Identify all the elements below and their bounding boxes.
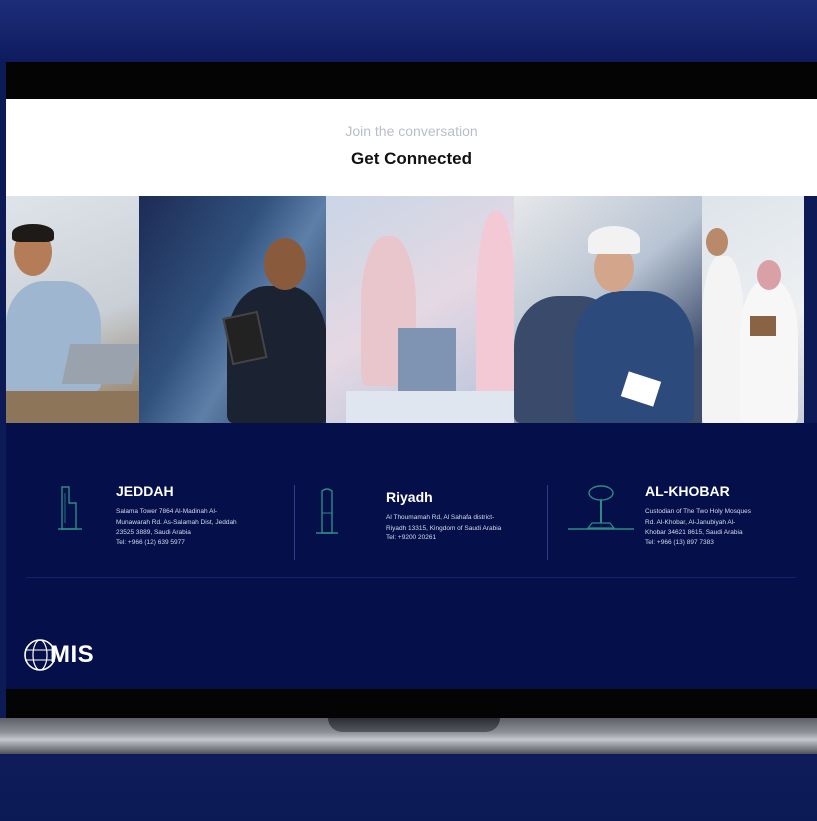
photo-women-meeting <box>326 196 514 423</box>
photo-engineers <box>514 196 702 423</box>
office-city: AL-KHOBAR <box>645 483 730 499</box>
photo-saudi-men <box>702 196 804 423</box>
water-tower-icon <box>568 485 634 530</box>
screen-black-bar <box>6 62 817 99</box>
hero-heading: Get Connected <box>351 149 472 168</box>
office-divider <box>547 485 548 560</box>
office-address: Salama Tower 7864 Al-Madinah Al- Munawar… <box>116 508 237 536</box>
screen-bottom-bar <box>6 689 817 718</box>
photo-man-tablet <box>139 196 326 423</box>
photo-strip <box>6 196 817 423</box>
office-tel: Tel: +9200 20261 <box>386 534 437 541</box>
office-jeddah: JEDDAH Salama Tower 7864 Al-Madinah Al- … <box>116 483 276 546</box>
laptop-notch <box>328 718 500 732</box>
skyscraper-icon <box>316 488 338 534</box>
footer: JEDDAH Salama Tower 7864 Al-Madinah Al- … <box>6 423 817 689</box>
office-city: JEDDAH <box>116 483 174 499</box>
office-alkhobar: AL-KHOBAR Custodian of The Two Holy Mosq… <box>645 483 805 546</box>
laptop-hinge <box>0 718 817 754</box>
office-riyadh: Riyadh Al Thoumamah Rd, Al Sahafa distri… <box>386 489 546 541</box>
photo-man-laptop <box>6 196 139 423</box>
logo-text: MIS <box>50 641 95 668</box>
office-divider <box>294 485 295 560</box>
footer-separator <box>26 577 796 578</box>
laptop-base <box>0 754 817 821</box>
hero-eyebrow: Join the conversation <box>345 123 478 139</box>
tower-icon <box>58 486 82 530</box>
office-tel: Tel: +966 (12) 639 5977 <box>116 538 185 546</box>
laptop-top-bezel <box>0 0 817 62</box>
office-tel: Tel: +966 (13) 897 7383 <box>645 538 714 546</box>
hero-section: Join the conversation Get Connected <box>6 99 817 196</box>
office-address: Custodian of The Two Holy Mosques Rd. Al… <box>645 508 751 536</box>
office-address: Al Thoumamah Rd, Al Sahafa district- Riy… <box>386 514 502 532</box>
office-city: Riyadh <box>386 489 433 505</box>
